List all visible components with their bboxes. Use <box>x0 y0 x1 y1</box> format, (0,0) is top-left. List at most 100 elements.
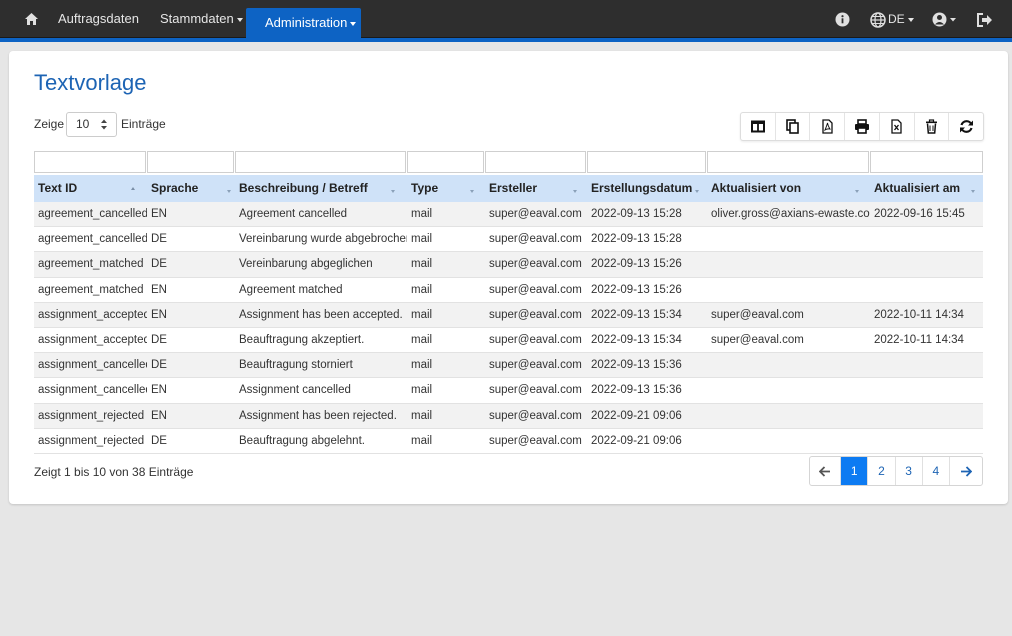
globe-icon[interactable] <box>870 12 886 31</box>
page-button-4[interactable]: 4 <box>923 457 950 485</box>
cell-ersteller: super@eaval.com <box>489 258 582 271</box>
cell-aktualisiert-von <box>707 227 870 252</box>
filter-erstellungsdatum[interactable] <box>587 151 706 173</box>
cell-ersteller: super@eaval.com <box>489 283 582 296</box>
cell-text-id: assignment_cancelled <box>38 384 147 397</box>
filter-type[interactable] <box>407 151 484 173</box>
copy-icon <box>786 119 799 134</box>
column-header-type[interactable]: Type <box>407 175 485 202</box>
filter-aktualisiert-am[interactable] <box>870 151 983 173</box>
cell-beschreibung: Assignment has been rejected. <box>239 409 397 422</box>
sort-icon <box>470 190 474 193</box>
pagination: 1 2 3 4 <box>809 456 983 486</box>
cell-beschreibung: Vereinbarung wurde abgebrochen <box>239 233 407 246</box>
nav-item-auftragsdaten[interactable]: Auftragsdaten <box>58 0 139 38</box>
cell-erstellungsdatum: 2022-09-13 15:28 <box>591 208 682 220</box>
column-header-sprache[interactable]: Sprache <box>147 175 235 202</box>
filter-ersteller[interactable] <box>485 151 586 173</box>
prev-page-button[interactable] <box>810 457 842 485</box>
cell-ersteller: super@eaval.com <box>489 308 582 321</box>
cell-type: mail <box>411 409 433 422</box>
nav-item-administration-label: Administration <box>265 15 348 30</box>
table-row[interactable]: assignment_rejected DE Beauftragung abge… <box>34 429 983 454</box>
pdf-button[interactable] <box>810 113 846 140</box>
cell-erstellungsdatum: 2022-09-13 15:34 <box>591 308 682 321</box>
page-button-1[interactable]: 1 <box>841 457 869 485</box>
table-row[interactable]: assignment_cancelled DE Beauftragung sto… <box>34 353 983 379</box>
delete-button[interactable] <box>915 113 950 140</box>
column-header-aktualisiert-von[interactable]: Aktualisiert von <box>707 175 870 202</box>
cell-text-id: agreement_cancelled <box>38 208 147 220</box>
length-prefix: Zeige <box>34 117 65 131</box>
columns-button[interactable] <box>741 113 776 140</box>
cell-type: mail <box>411 384 433 397</box>
refresh-button[interactable] <box>949 113 983 140</box>
logout-icon[interactable] <box>977 13 993 30</box>
table-row[interactable]: assignment_accepted DE Beauftragung akze… <box>34 328 983 354</box>
cell-erstellungsdatum: 2022-09-21 09:06 <box>591 434 682 447</box>
cell-erstellungsdatum: 2022-09-13 15:26 <box>591 258 682 271</box>
copy-button[interactable] <box>776 113 811 140</box>
column-header-beschreibung[interactable]: Beschreibung / Betreff <box>235 175 407 202</box>
next-page-button[interactable] <box>950 457 982 485</box>
column-header-label: Ersteller <box>489 181 538 195</box>
language-selector[interactable]: DE <box>888 0 914 38</box>
cell-text-id: agreement_matched <box>38 258 144 271</box>
home-icon[interactable] <box>24 12 39 29</box>
print-button[interactable] <box>845 113 880 140</box>
cell-aktualisiert-am <box>870 252 983 277</box>
filter-text-id[interactable] <box>34 151 146 173</box>
column-header-label: Aktualisiert am <box>874 181 961 195</box>
cell-type: mail <box>411 258 433 271</box>
filter-sprache[interactable] <box>147 151 234 173</box>
cell-text-id: assignment_cancelled <box>38 359 147 372</box>
cell-type: mail <box>411 333 433 346</box>
nav-item-stammdaten[interactable]: Stammdaten <box>160 0 243 38</box>
cell-aktualisiert-von: super@eaval.com <box>711 308 804 321</box>
cell-aktualisiert-am <box>870 404 983 429</box>
column-header-erstellungsdatum[interactable]: Erstellungsdatum <box>587 175 707 202</box>
cell-aktualisiert-am <box>870 227 983 252</box>
filter-aktualisiert-von[interactable] <box>707 151 869 173</box>
cell-sprache: EN <box>151 384 167 397</box>
page-button-2[interactable]: 2 <box>868 457 896 485</box>
column-header-label: Text ID <box>38 181 78 195</box>
cell-erstellungsdatum: 2022-09-13 15:36 <box>591 359 682 372</box>
column-header-ersteller[interactable]: Ersteller <box>485 175 587 202</box>
table-toolbar <box>740 112 984 141</box>
table-row[interactable]: agreement_matched EN Agreement matched m… <box>34 278 983 303</box>
cell-aktualisiert-am <box>870 429 983 454</box>
cell-aktualisiert-am: 2022-09-16 15:45 <box>874 208 965 220</box>
table-header: Text ID Sprache Beschreibung / Betreff T… <box>34 175 983 202</box>
cell-aktualisiert-von <box>707 404 870 429</box>
excel-button[interactable] <box>880 113 915 140</box>
cell-aktualisiert-am <box>870 378 983 403</box>
sort-icon <box>971 190 975 193</box>
table-row[interactable]: agreement_matched DE Vereinbarung abgegl… <box>34 252 983 278</box>
info-icon[interactable] <box>835 12 850 30</box>
cell-aktualisiert-von <box>707 429 870 454</box>
cell-aktualisiert-von <box>707 252 870 277</box>
cell-type: mail <box>411 308 433 321</box>
column-header-aktualisiert-am[interactable]: Aktualisiert am <box>870 175 983 202</box>
cell-ersteller: super@eaval.com <box>489 233 582 246</box>
table-row[interactable]: assignment_accepted EN Assignment has be… <box>34 302 983 328</box>
cell-type: mail <box>411 208 433 220</box>
cell-ersteller: super@eaval.com <box>489 208 582 220</box>
table-row[interactable]: assignment_cancelled EN Assignment cance… <box>34 378 983 404</box>
nav-item-stammdaten-label: Stammdaten <box>160 11 234 26</box>
table-row[interactable]: agreement_cancelled EN Agreement cancell… <box>34 202 983 228</box>
cell-beschreibung: Agreement matched <box>239 283 343 296</box>
table-row[interactable]: assignment_rejected EN Assignment has be… <box>34 403 983 429</box>
user-icon[interactable] <box>932 12 956 30</box>
table-row[interactable]: agreement_cancelled DE Vereinbarung wurd… <box>34 227 983 253</box>
column-header-label: Erstellungsdatum <box>591 181 693 195</box>
cell-text-id: agreement_cancelled <box>38 233 147 246</box>
cell-ersteller: super@eaval.com <box>489 434 582 447</box>
cell-text-id: assignment_rejected <box>38 434 145 447</box>
column-header-text-id[interactable]: Text ID <box>34 175 147 202</box>
nav-item-administration[interactable]: Administration <box>246 8 361 38</box>
page-length-select[interactable]: 10 <box>66 112 117 137</box>
page-button-3[interactable]: 3 <box>896 457 923 485</box>
filter-beschreibung[interactable] <box>235 151 406 173</box>
